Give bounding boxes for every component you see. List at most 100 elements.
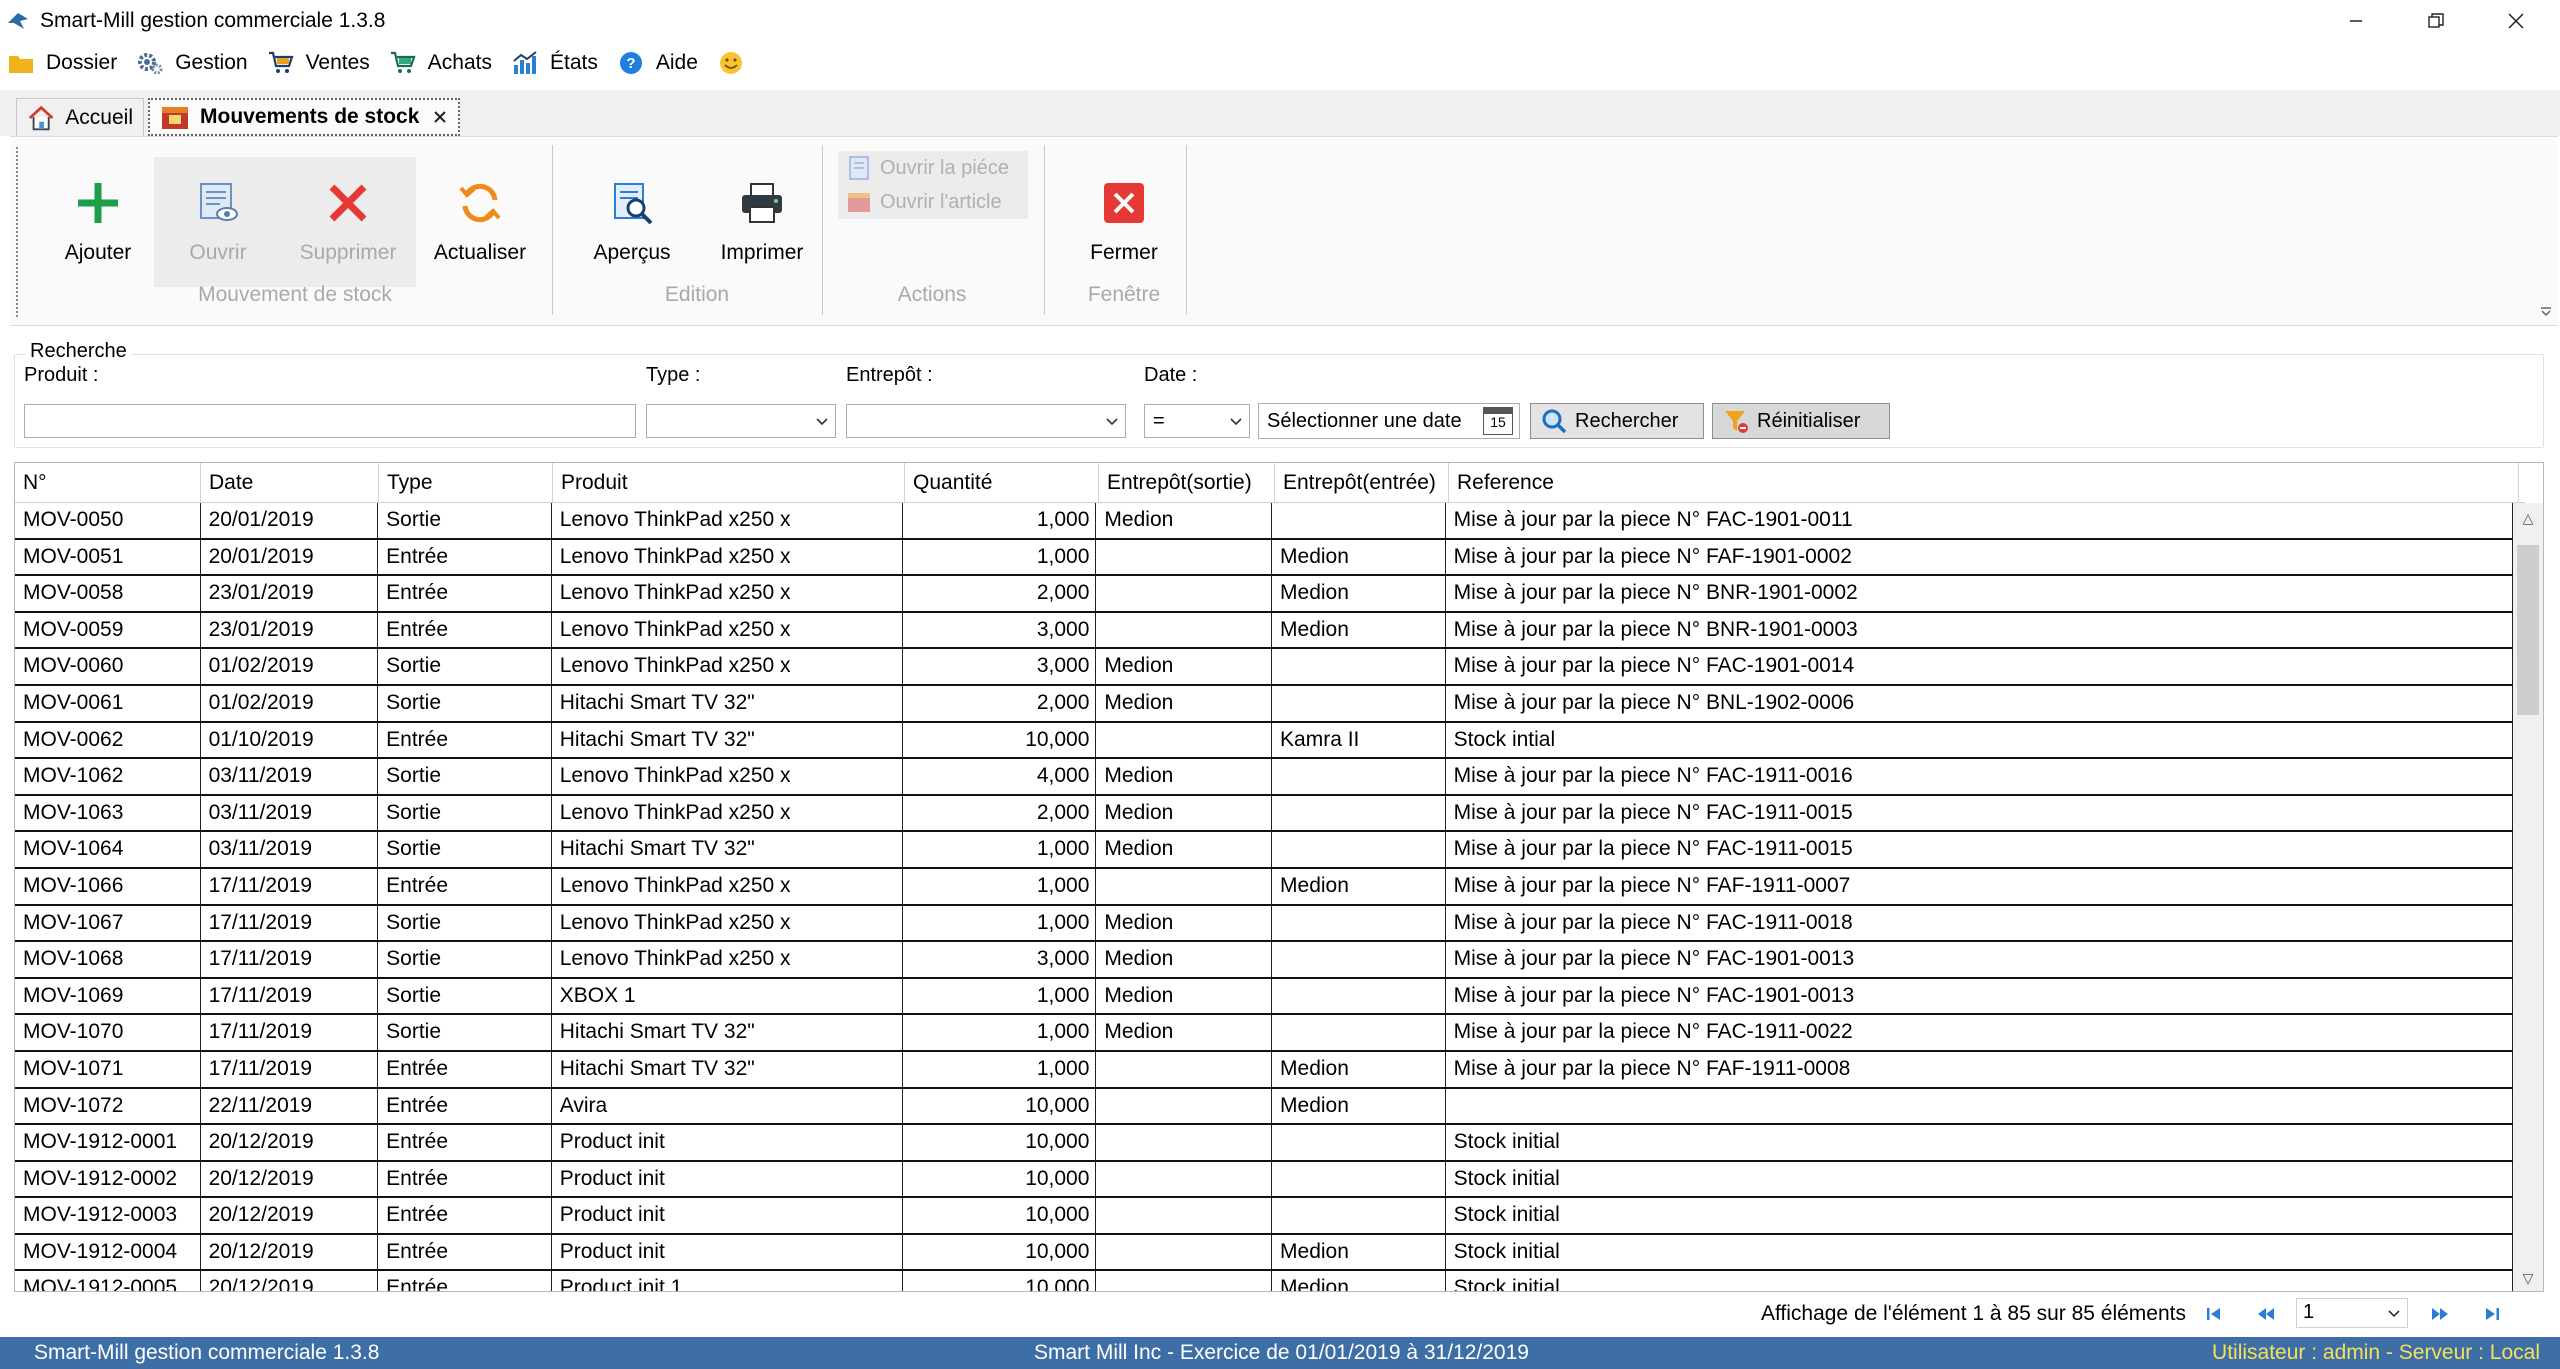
table-row[interactable]: MOV-0058 23/01/2019 Entrée Lenovo ThinkPad … [15, 576, 2513, 613]
col-entrepot-sortie-cell[interactable]: Medion [1096, 832, 1273, 867]
actualiser-button[interactable]: Actualiser [420, 157, 540, 287]
col-numero-cell[interactable]: MOV-1072 [15, 1088, 201, 1124]
col-entrepot-sortie-cell[interactable] [1096, 1198, 1273, 1233]
col-quantite-cell[interactable]: 1,000 [903, 905, 1097, 941]
col-entrepot-sortie-cell[interactable] [1096, 1125, 1273, 1160]
col-produit-cell[interactable]: Lenovo ThinkPad x250 x [552, 649, 903, 684]
col-type-cell[interactable]: Entrée [378, 612, 552, 648]
col-date-cell[interactable]: 23/01/2019 [201, 612, 379, 648]
menu-aide[interactable]: ? Aide [610, 44, 704, 82]
col-produit-cell[interactable]: Product init [552, 1198, 903, 1233]
col-type-cell[interactable]: Sortie [378, 942, 552, 977]
col-numero-cell[interactable]: MOV-0059 [15, 612, 201, 648]
col-produit-cell[interactable]: Lenovo ThinkPad x250 x [552, 759, 903, 794]
col-numero-cell[interactable]: MOV-0050 [15, 503, 201, 538]
col-numero-cell[interactable]: MOV-0062 [15, 722, 201, 758]
last-page-button[interactable] [2480, 1302, 2504, 1326]
col-type-cell[interactable]: Sortie [378, 795, 552, 831]
imprimer-button[interactable]: Imprimer [702, 157, 822, 287]
rechercher-button[interactable]: Rechercher [1530, 403, 1704, 439]
col-entrepot-sortie-cell[interactable] [1096, 576, 1273, 611]
col-date-cell[interactable]: 17/11/2019 [201, 942, 379, 977]
page-select[interactable]: 1 [2296, 1298, 2408, 1328]
next-page-button[interactable] [2428, 1302, 2452, 1326]
table-row[interactable]: MOV-1064 03/11/2019 Sortie Hitachi Smart TV… [15, 832, 2513, 869]
col-type-cell[interactable]: Entrée [378, 868, 552, 904]
col-type-cell[interactable]: Entrée [378, 1051, 552, 1087]
col-reference-cell[interactable]: Mise à jour par la piece N° BNR-1901-000… [1446, 576, 2513, 611]
col-produit-cell[interactable]: Product init [552, 1125, 903, 1160]
col-entrepot-entree-cell[interactable] [1272, 1015, 1446, 1050]
col-reference-cell[interactable]: Mise à jour par la piece N° FAF-1911-000… [1446, 1051, 2513, 1087]
col-date-cell[interactable]: 03/11/2019 [201, 759, 379, 794]
col-numero-cell[interactable]: MOV-1071 [15, 1051, 201, 1087]
col-quantite-cell[interactable]: 1,000 [903, 978, 1097, 1014]
col-numero-cell[interactable]: MOV-1912-0002 [15, 1161, 201, 1197]
table-row[interactable]: MOV-0061 01/02/2019 Sortie Hitachi Smart TV… [15, 685, 2513, 723]
col-produit-cell[interactable]: Lenovo ThinkPad x250 x [552, 942, 903, 977]
close-window-button[interactable] [2476, 0, 2556, 42]
table-row[interactable]: MOV-1072 22/11/2019 Entrée Avira 10,000 Medio… [15, 1088, 2513, 1126]
col-entrepot-sortie-cell[interactable] [1096, 612, 1273, 648]
col-quantite-cell[interactable]: 2,000 [903, 685, 1097, 721]
col-entrepot-entree-cell[interactable] [1272, 942, 1446, 977]
col-numero-cell[interactable]: MOV-1912-0005 [15, 1271, 201, 1291]
col-reference-cell[interactable]: Mise à jour par la piece N° FAC-1901-001… [1446, 649, 2513, 684]
fermer-button[interactable]: Fermer [1064, 157, 1184, 287]
minimize-button[interactable] [2316, 0, 2396, 42]
col-entrepot-entree-cell[interactable] [1272, 685, 1446, 721]
col-date-cell[interactable]: 17/11/2019 [201, 978, 379, 1014]
col-type-cell[interactable]: Entrée [378, 1271, 552, 1291]
table-row[interactable]: MOV-1068 17/11/2019 Sortie Lenovo ThinkPad … [15, 942, 2513, 979]
col-entrepot-sortie-cell[interactable]: Medion [1096, 1015, 1273, 1050]
col-entrepot-entree-cell[interactable]: Medion [1272, 1271, 1446, 1291]
col-quantite-cell[interactable]: 10,000 [903, 1234, 1097, 1270]
col-reference-cell[interactable]: Mise à jour par la piece N° FAC-1911-001… [1446, 795, 2513, 831]
col-produit-cell[interactable]: Product init 1 [552, 1271, 903, 1291]
col-type-cell[interactable]: Sortie [378, 1015, 552, 1050]
col-date-cell[interactable]: 22/11/2019 [201, 1088, 379, 1124]
col-numero-cell[interactable]: MOV-1069 [15, 978, 201, 1014]
col-reference-cell[interactable]: Stock initial [1446, 1271, 2513, 1291]
table-row[interactable]: MOV-1912-0002 20/12/2019 Entrée Product ini… [15, 1161, 2513, 1199]
table-row[interactable]: MOV-1066 17/11/2019 Entrée Lenovo ThinkPad … [15, 868, 2513, 906]
col-reference-cell[interactable]: Mise à jour par la piece N° FAC-1911-002… [1446, 1015, 2513, 1050]
col-produit-cell[interactable]: Lenovo ThinkPad x250 x [552, 539, 903, 575]
col-reference-cell[interactable]: Mise à jour par la piece N° BNL-1902-000… [1446, 685, 2513, 721]
col-entrepot-entree-header[interactable]: Entrepôt(entrée) [1275, 463, 1449, 503]
col-date-cell[interactable]: 23/01/2019 [201, 576, 379, 611]
table-row[interactable]: MOV-1063 03/11/2019 Sortie Lenovo ThinkPad … [15, 795, 2513, 833]
col-reference-cell[interactable]: Stock initial [1446, 1198, 2513, 1233]
col-type-cell[interactable]: Entrée [378, 1125, 552, 1160]
col-entrepot-entree-cell[interactable]: Medion [1272, 1051, 1446, 1087]
col-reference-cell[interactable]: Stock initial [1446, 1161, 2513, 1197]
col-date-cell[interactable]: 17/11/2019 [201, 868, 379, 904]
col-quantite-cell[interactable]: 2,000 [903, 576, 1097, 611]
col-entrepot-sortie-header[interactable]: Entrepôt(sortie) [1099, 463, 1275, 503]
col-quantite-cell[interactable]: 4,000 [903, 759, 1097, 794]
entrepot-select[interactable] [846, 404, 1126, 438]
col-type-cell[interactable]: Entrée [378, 1161, 552, 1197]
table-row[interactable]: MOV-1070 17/11/2019 Sortie Hitachi Smart TV… [15, 1015, 2513, 1052]
first-page-button[interactable] [2202, 1302, 2226, 1326]
col-entrepot-entree-cell[interactable] [1272, 503, 1446, 538]
ajouter-button[interactable]: Ajouter [38, 157, 158, 287]
col-entrepot-entree-cell[interactable] [1272, 832, 1446, 867]
col-numero-cell[interactable]: MOV-1063 [15, 795, 201, 831]
col-entrepot-sortie-cell[interactable]: Medion [1096, 942, 1273, 977]
col-reference-cell[interactable]: Mise à jour par la piece N° FAC-1901-001… [1446, 942, 2513, 977]
table-row[interactable]: MOV-0060 01/02/2019 Sortie Lenovo ThinkPad … [15, 649, 2513, 686]
col-type-cell[interactable]: Sortie [378, 905, 552, 941]
col-quantite-cell[interactable]: 2,000 [903, 795, 1097, 831]
col-entrepot-sortie-cell[interactable] [1096, 1234, 1273, 1270]
col-entrepot-entree-cell[interactable]: Medion [1272, 576, 1446, 611]
table-row[interactable]: MOV-1912-0003 20/12/2019 Entrée Product ini… [15, 1198, 2513, 1235]
menu-about[interactable] [710, 44, 762, 82]
col-entrepot-entree-cell[interactable] [1272, 1161, 1446, 1197]
table-row[interactable]: MOV-1071 17/11/2019 Entrée Hitachi Smart TV… [15, 1051, 2513, 1089]
col-entrepot-entree-cell[interactable] [1272, 1198, 1446, 1233]
col-entrepot-sortie-cell[interactable] [1096, 539, 1273, 575]
col-reference-header[interactable]: Reference [1449, 463, 2519, 503]
col-type-cell[interactable]: Sortie [378, 832, 552, 867]
date-operator-select[interactable]: = [1144, 404, 1250, 438]
